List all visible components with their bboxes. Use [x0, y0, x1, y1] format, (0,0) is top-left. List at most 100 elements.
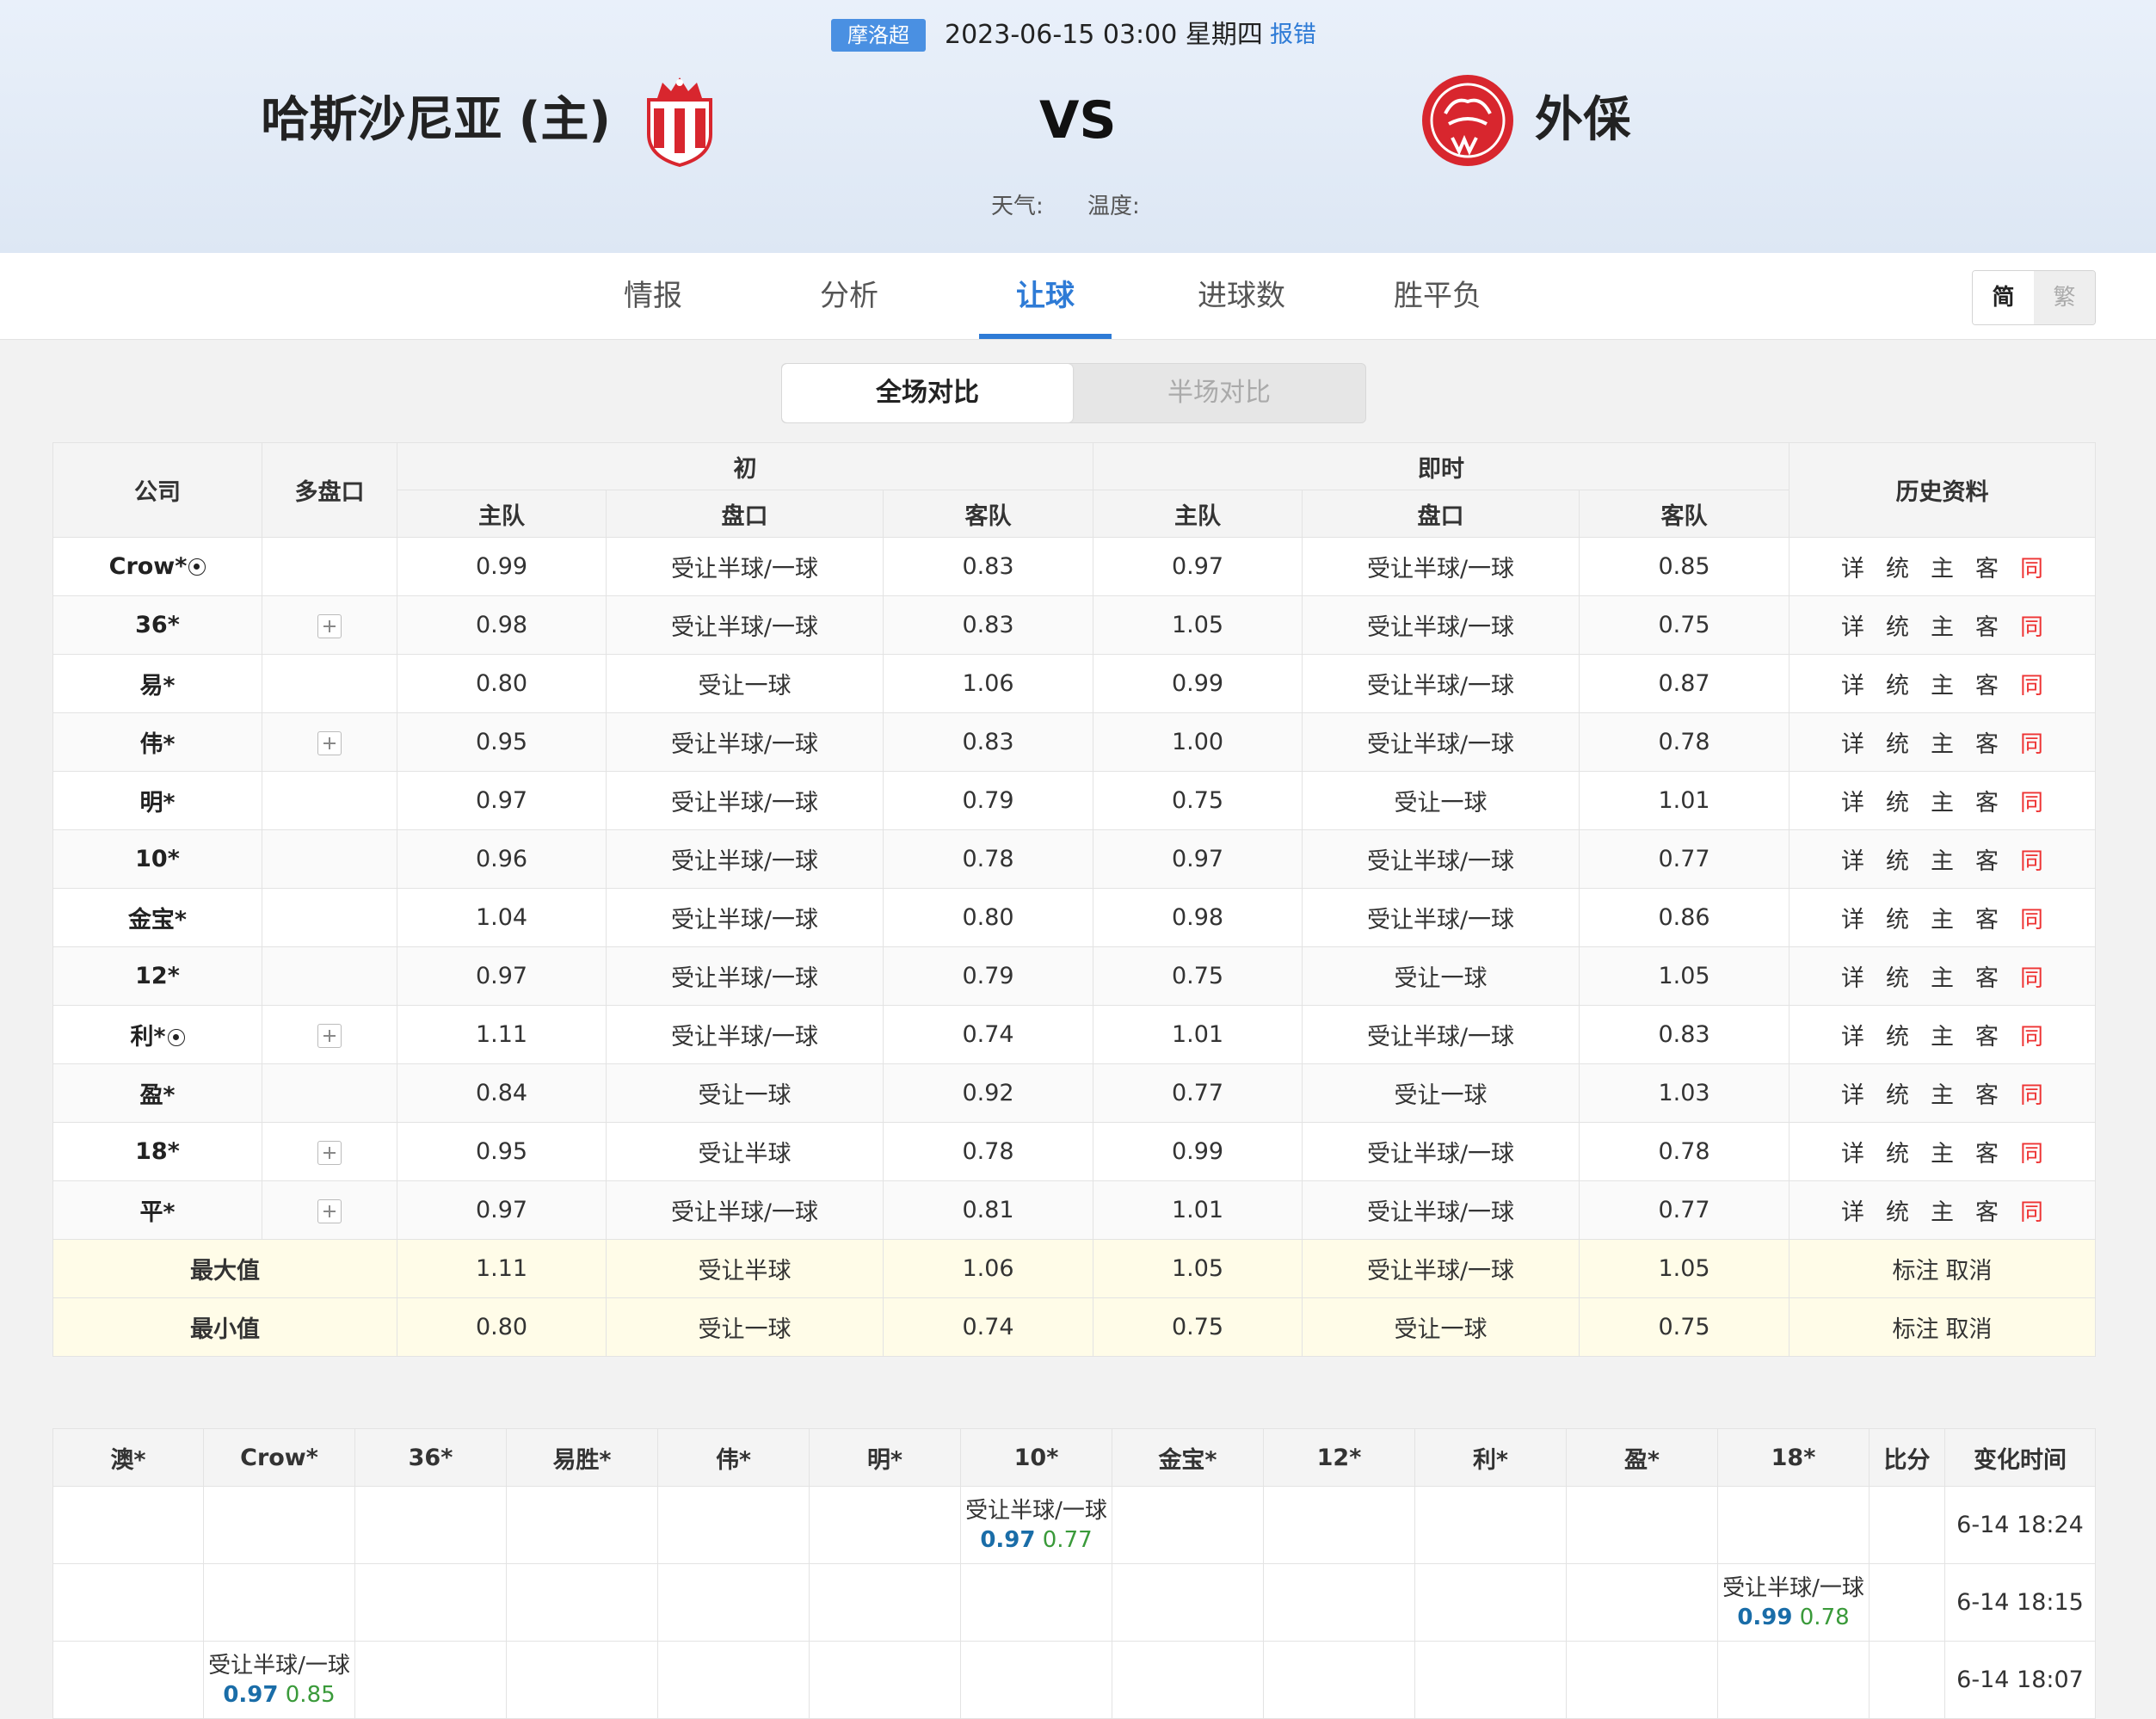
away-link[interactable]: 客: [1965, 784, 2010, 817]
tab-1x2[interactable]: 胜平负: [1371, 253, 1504, 339]
stats-link[interactable]: 统: [1876, 1193, 1920, 1227]
away-link[interactable]: 客: [1965, 1193, 2010, 1227]
lang-traditional-button[interactable]: 繁: [2034, 271, 2095, 324]
stats-link[interactable]: 统: [1876, 959, 1920, 993]
company-cell[interactable]: 18*: [52, 1122, 262, 1181]
same-link[interactable]: 同: [2010, 1076, 2054, 1110]
away-link[interactable]: 客: [1965, 1018, 2010, 1051]
stats-link[interactable]: 统: [1876, 784, 1920, 817]
away-link[interactable]: 客: [1965, 608, 2010, 642]
company-name[interactable]: 36*: [135, 612, 180, 638]
cancel-mark-button[interactable]: 取消: [1946, 1252, 1993, 1285]
detail-link[interactable]: 详: [1831, 1193, 1876, 1227]
company-name[interactable]: Crow*: [109, 553, 188, 580]
away-link[interactable]: 客: [1965, 550, 2010, 583]
stats-link[interactable]: 统: [1876, 901, 1920, 934]
company-cell[interactable]: 明*: [52, 771, 262, 830]
home-link[interactable]: 主: [1920, 1135, 1965, 1168]
home-link[interactable]: 主: [1920, 784, 1965, 817]
company-cell[interactable]: 10*: [52, 829, 262, 889]
detail-link[interactable]: 详: [1831, 959, 1876, 993]
home-link[interactable]: 主: [1920, 1193, 1965, 1227]
company-cell[interactable]: Crow*: [52, 537, 262, 596]
stats-link[interactable]: 统: [1876, 667, 1920, 700]
company-name[interactable]: 金宝*: [128, 907, 187, 933]
detail-link[interactable]: 详: [1831, 1076, 1876, 1110]
detail-link[interactable]: 详: [1831, 725, 1876, 759]
same-link[interactable]: 同: [2010, 784, 2054, 817]
expand-plus-icon[interactable]: [317, 730, 342, 755]
home-link[interactable]: 主: [1920, 1018, 1965, 1051]
home-link[interactable]: 主: [1920, 667, 1965, 700]
mark-button[interactable]: 标注: [1893, 1252, 1939, 1285]
company-cell[interactable]: 盈*: [52, 1063, 262, 1123]
company-cell[interactable]: 36*: [52, 595, 262, 655]
stats-link[interactable]: 统: [1876, 1018, 1920, 1051]
company-name[interactable]: 平*: [139, 1199, 175, 1226]
detail-link[interactable]: 详: [1831, 1018, 1876, 1051]
company-cell[interactable]: 利*: [52, 1005, 262, 1064]
same-link[interactable]: 同: [2010, 901, 2054, 934]
company-name[interactable]: 10*: [135, 846, 180, 872]
home-team-name[interactable]: 哈斯沙尼亚 (主): [261, 86, 611, 155]
stats-link[interactable]: 统: [1876, 725, 1920, 759]
company-cell[interactable]: 平*: [52, 1180, 262, 1240]
expand-plus-icon[interactable]: [317, 1198, 342, 1223]
full-match-button[interactable]: 全场对比: [782, 364, 1073, 422]
detail-link[interactable]: 详: [1831, 608, 1876, 642]
stats-link[interactable]: 统: [1876, 842, 1920, 876]
detail-link[interactable]: 详: [1831, 901, 1876, 934]
stats-link[interactable]: 统: [1876, 1076, 1920, 1110]
company-cell[interactable]: 易*: [52, 654, 262, 713]
home-link[interactable]: 主: [1920, 842, 1965, 876]
away-link[interactable]: 客: [1965, 1076, 2010, 1110]
same-link[interactable]: 同: [2010, 608, 2054, 642]
away-team-name[interactable]: 外倸: [1535, 86, 1631, 155]
same-link[interactable]: 同: [2010, 1018, 2054, 1051]
tab-goals[interactable]: 进球数: [1175, 253, 1308, 339]
tab-intel[interactable]: 情报: [587, 253, 719, 339]
same-link[interactable]: 同: [2010, 725, 2054, 759]
home-link[interactable]: 主: [1920, 901, 1965, 934]
away-link[interactable]: 客: [1965, 959, 2010, 993]
company-cell[interactable]: 金宝*: [52, 888, 262, 947]
company-name[interactable]: 利*: [130, 1024, 165, 1050]
stats-link[interactable]: 统: [1876, 608, 1920, 642]
detail-link[interactable]: 详: [1831, 784, 1876, 817]
company-cell[interactable]: 伟*: [52, 712, 262, 772]
home-link[interactable]: 主: [1920, 608, 1965, 642]
same-link[interactable]: 同: [2010, 1135, 2054, 1168]
mark-button[interactable]: 标注: [1893, 1310, 1939, 1344]
company-name[interactable]: 明*: [139, 790, 175, 816]
same-link[interactable]: 同: [2010, 1193, 2054, 1227]
expand-plus-icon[interactable]: [317, 1023, 342, 1048]
detail-link[interactable]: 详: [1831, 667, 1876, 700]
cancel-mark-button[interactable]: 取消: [1946, 1310, 1993, 1344]
away-link[interactable]: 客: [1965, 1135, 2010, 1168]
stats-link[interactable]: 统: [1876, 1135, 1920, 1168]
away-link[interactable]: 客: [1965, 842, 2010, 876]
company-name[interactable]: 12*: [135, 963, 180, 989]
expand-plus-icon[interactable]: [317, 613, 342, 638]
away-link[interactable]: 客: [1965, 901, 2010, 934]
company-name[interactable]: 易*: [139, 673, 175, 699]
same-link[interactable]: 同: [2010, 842, 2054, 876]
detail-link[interactable]: 详: [1831, 1135, 1876, 1168]
tab-analysis[interactable]: 分析: [783, 253, 915, 339]
away-link[interactable]: 客: [1965, 725, 2010, 759]
company-name[interactable]: 伟*: [139, 731, 175, 758]
expand-plus-icon[interactable]: [317, 1140, 342, 1165]
home-link[interactable]: 主: [1920, 959, 1965, 993]
company-name[interactable]: 盈*: [139, 1082, 175, 1109]
half-match-button[interactable]: 半场对比: [1074, 364, 1364, 422]
detail-link[interactable]: 详: [1831, 842, 1876, 876]
company-name[interactable]: 18*: [135, 1138, 180, 1165]
away-link[interactable]: 客: [1965, 667, 2010, 700]
lang-simplified-button[interactable]: 简: [1973, 271, 2034, 324]
home-link[interactable]: 主: [1920, 550, 1965, 583]
home-link[interactable]: 主: [1920, 1076, 1965, 1110]
report-error-link[interactable]: 报错: [1270, 19, 1316, 52]
same-link[interactable]: 同: [2010, 550, 2054, 583]
tab-handicap[interactable]: 让球: [979, 253, 1112, 339]
same-link[interactable]: 同: [2010, 667, 2054, 700]
